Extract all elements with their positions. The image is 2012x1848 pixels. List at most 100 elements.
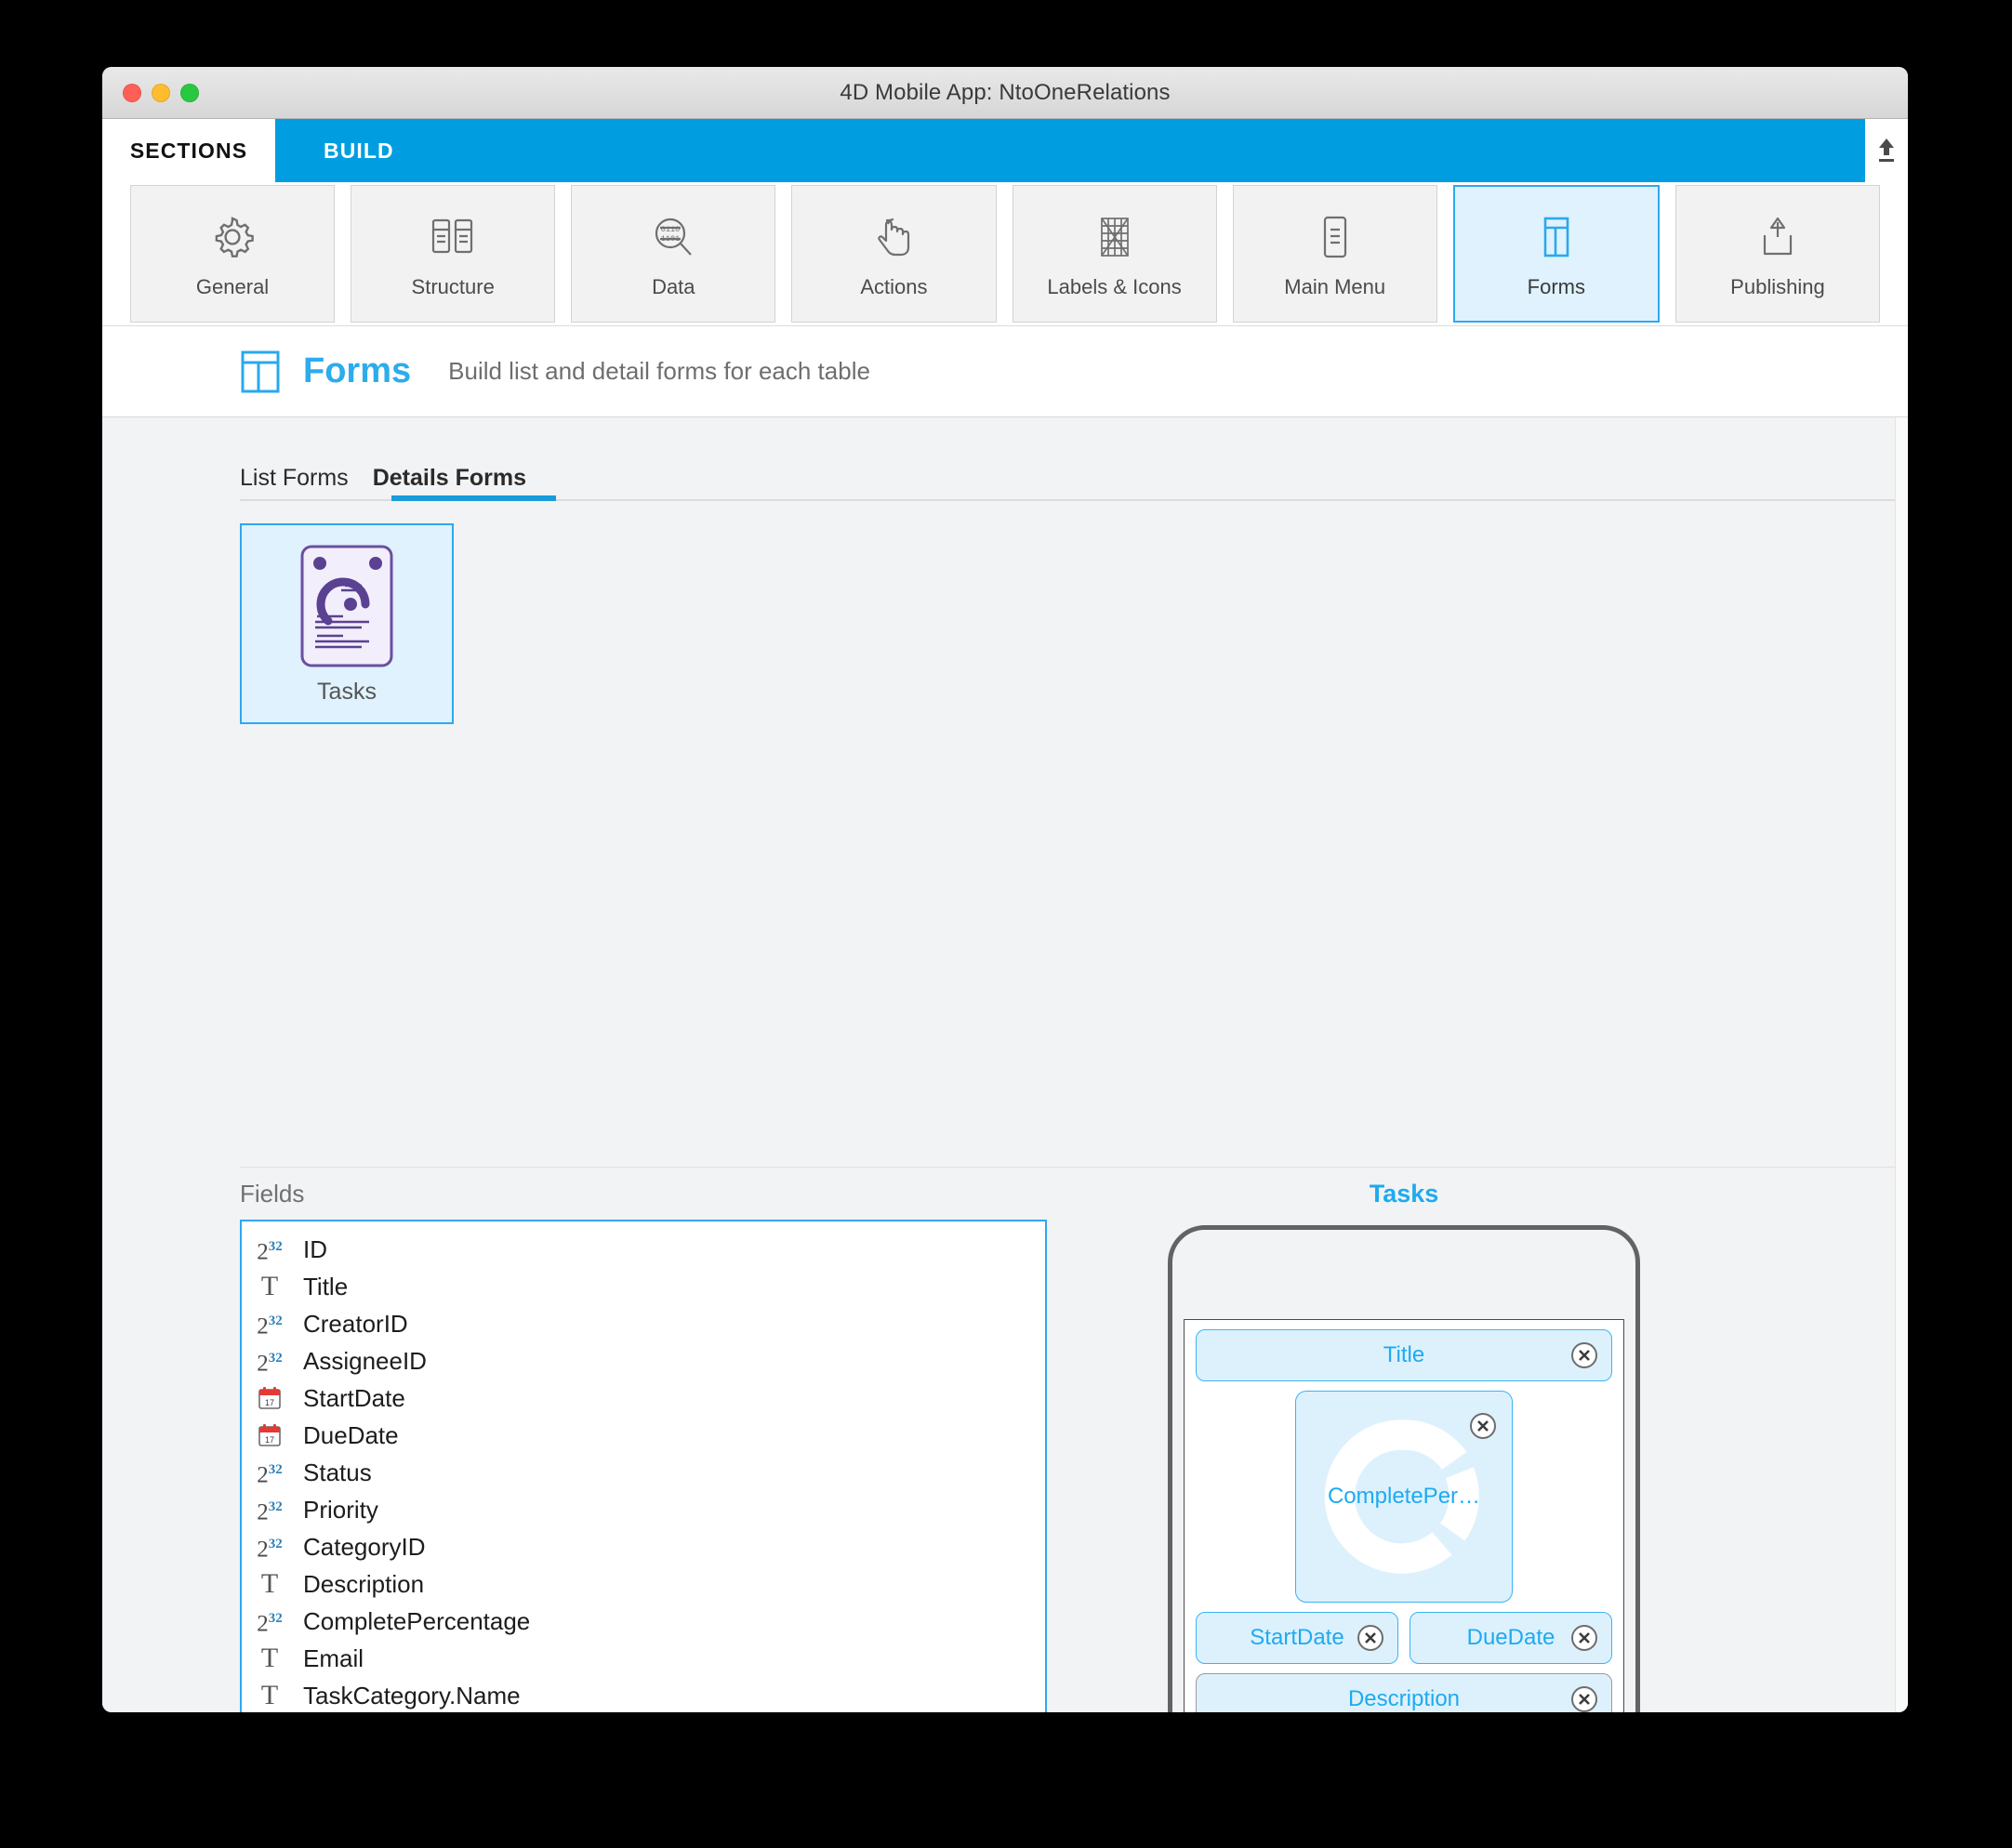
calendar-icon: 17 bbox=[253, 1423, 286, 1447]
menu-list-icon bbox=[1309, 208, 1361, 266]
remove-icon[interactable] bbox=[1570, 1341, 1598, 1369]
field-label: StartDate bbox=[303, 1383, 405, 1412]
close-window-button[interactable] bbox=[123, 84, 141, 102]
page-title: Forms bbox=[303, 351, 412, 390]
minimize-window-button[interactable] bbox=[152, 84, 170, 102]
body-main: List Forms Details Forms Tasks Fields 23… bbox=[102, 417, 1895, 1712]
remove-icon[interactable] bbox=[1570, 1624, 1598, 1652]
phone-screen: Title CompletePer… StartDate DueDate Des… bbox=[1184, 1319, 1624, 1712]
app-window: 4D Mobile App: NtoOneRelations SECTIONS … bbox=[102, 67, 1908, 1712]
editor-columns: Fields 232 ID T Title 232 CreatorID 232 … bbox=[102, 1180, 1895, 1712]
field-label: DueDate bbox=[303, 1420, 399, 1449]
field-row[interactable]: 232 Status bbox=[242, 1454, 1045, 1491]
form-widget-label: DueDate bbox=[1466, 1625, 1555, 1650]
right-gutter bbox=[1895, 417, 1908, 1712]
field-label: Description bbox=[303, 1569, 425, 1598]
section-button-structure[interactable]: Structure bbox=[351, 185, 556, 323]
remove-icon[interactable] bbox=[1357, 1624, 1384, 1652]
form-widget-label: StartDate bbox=[1250, 1625, 1344, 1650]
integer-32-icon: 232 bbox=[257, 1498, 283, 1525]
field-label: ID bbox=[303, 1234, 327, 1263]
data-search-icon: 0110 1101 bbox=[647, 208, 699, 266]
field-row[interactable]: 232 CreatorID bbox=[242, 1305, 1045, 1342]
gear-icon bbox=[206, 208, 258, 266]
text-icon: T bbox=[260, 1643, 279, 1673]
field-row[interactable]: 232 CompletePercentage bbox=[242, 1603, 1045, 1640]
section-button-general[interactable]: General bbox=[130, 185, 336, 323]
field-row[interactable]: 232 Priority bbox=[242, 1491, 1045, 1528]
field-row[interactable]: 232 AssigneeID bbox=[242, 1342, 1045, 1379]
tab-build[interactable]: BUILD bbox=[275, 119, 1865, 182]
field-label: CompletePercentage bbox=[303, 1606, 531, 1635]
field-row[interactable]: 17 StartDate bbox=[242, 1379, 1045, 1417]
forms-subtabs: List Forms Details Forms bbox=[240, 453, 1895, 501]
fields-column: Fields 232 ID T Title 232 CreatorID 232 … bbox=[240, 1180, 1047, 1712]
form-widget-description[interactable]: Description bbox=[1196, 1673, 1612, 1712]
section-button-labels-icons[interactable]: Labels & Icons bbox=[1012, 185, 1217, 323]
structure-icon bbox=[427, 208, 479, 266]
window-titlebar: 4D Mobile App: NtoOneRelations bbox=[102, 67, 1908, 119]
window-title: 4D Mobile App: NtoOneRelations bbox=[840, 79, 1171, 105]
remove-icon[interactable] bbox=[1570, 1685, 1598, 1712]
thumbnails-divider bbox=[240, 1167, 1895, 1168]
section-button-publishing[interactable]: Publishing bbox=[1674, 185, 1880, 323]
upload-button[interactable] bbox=[1865, 119, 1908, 182]
hand-tap-icon bbox=[867, 208, 920, 266]
section-button-data[interactable]: 0110 1101 Data bbox=[571, 185, 776, 323]
form-widget-label: Description bbox=[1347, 1686, 1461, 1711]
subtab-active-indicator bbox=[391, 495, 556, 501]
section-label: General bbox=[195, 275, 270, 298]
page-body: List Forms Details Forms Tasks Fields 23… bbox=[102, 417, 1908, 1712]
field-label: TaskCategory.Name bbox=[303, 1681, 521, 1709]
integer-32-icon: 232 bbox=[257, 1350, 283, 1377]
field-row[interactable]: T Email bbox=[242, 1640, 1045, 1677]
field-row[interactable]: 232 ID bbox=[242, 1231, 1045, 1268]
form-widget-startdate[interactable]: StartDate bbox=[1196, 1612, 1398, 1664]
section-button-actions[interactable]: Actions bbox=[791, 185, 997, 323]
field-row[interactable]: T Description bbox=[242, 1565, 1045, 1603]
page-header: Forms Build list and detail forms for ea… bbox=[102, 326, 1908, 417]
phone-frame: Title CompletePer… StartDate DueDate Des… bbox=[1168, 1225, 1640, 1712]
preview-column: Tasks Title CompletePer… StartDate DueDa… bbox=[1162, 1180, 1646, 1712]
form-widget-title[interactable]: Title bbox=[1196, 1329, 1612, 1381]
form-widget-duedate[interactable]: DueDate bbox=[1410, 1612, 1612, 1664]
field-label: CategoryID bbox=[303, 1532, 426, 1561]
subtab-list-forms[interactable]: List Forms bbox=[240, 465, 349, 501]
form-widget-label: Title bbox=[1383, 1342, 1425, 1367]
integer-32-icon: 232 bbox=[257, 1313, 283, 1340]
maximize-window-button[interactable] bbox=[180, 84, 199, 102]
section-label: Publishing bbox=[1730, 275, 1825, 298]
form-thumbnail-label: Tasks bbox=[317, 678, 377, 705]
fields-panel-label: Fields bbox=[240, 1180, 305, 1208]
fields-list[interactable]: 232 ID T Title 232 CreatorID 232 Assigne… bbox=[240, 1220, 1047, 1712]
subtab-label: List Forms bbox=[240, 465, 349, 491]
field-label: Status bbox=[303, 1458, 372, 1486]
form-widget-completepercentage[interactable]: CompletePer… bbox=[1295, 1391, 1513, 1603]
section-button-forms[interactable]: Forms bbox=[1452, 185, 1660, 323]
field-row[interactable]: T Title bbox=[242, 1268, 1045, 1305]
section-label: Actions bbox=[860, 275, 928, 298]
field-row[interactable]: 17 DueDate bbox=[242, 1417, 1045, 1454]
section-label: Forms bbox=[1527, 275, 1585, 298]
integer-32-icon: 232 bbox=[257, 1536, 283, 1563]
forms-layout-icon bbox=[241, 350, 280, 392]
section-label: Data bbox=[652, 275, 695, 298]
svg-text:1101: 1101 bbox=[661, 234, 680, 244]
tab-sections[interactable]: SECTIONS bbox=[102, 119, 275, 182]
text-icon: T bbox=[260, 1680, 279, 1710]
field-label: CreatorID bbox=[303, 1309, 408, 1338]
field-row[interactable]: T TaskCategory.Name bbox=[242, 1677, 1045, 1712]
section-button-main-menu[interactable]: Main Menu bbox=[1232, 185, 1437, 323]
form-widget-label: CompletePer… bbox=[1327, 1484, 1481, 1509]
remove-icon[interactable] bbox=[1469, 1412, 1497, 1440]
field-label: AssigneeID bbox=[303, 1346, 427, 1375]
field-row[interactable]: 232 CategoryID bbox=[242, 1528, 1045, 1565]
upload-icon bbox=[1879, 139, 1894, 162]
integer-32-icon: 232 bbox=[257, 1610, 283, 1637]
form-thumbnail-tasks[interactable]: Tasks bbox=[240, 523, 454, 724]
section-label: Labels & Icons bbox=[1047, 275, 1182, 298]
section-toolbar: General Structure 0110 1101 Data Actions… bbox=[102, 182, 1908, 326]
subtab-label: Details Forms bbox=[372, 465, 527, 491]
svg-text:17: 17 bbox=[265, 1435, 274, 1445]
main-tabstrip: SECTIONS BUILD bbox=[102, 119, 1908, 182]
